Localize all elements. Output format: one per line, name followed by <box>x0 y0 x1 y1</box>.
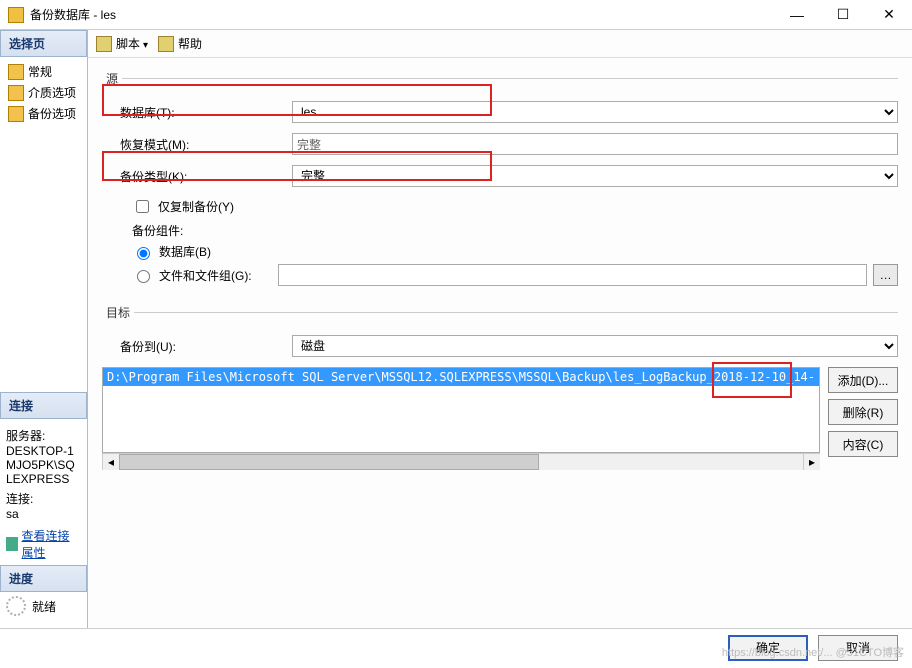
page-icon <box>8 64 24 80</box>
toolbar: 脚本 帮助 <box>88 30 912 58</box>
page-icon <box>8 85 24 101</box>
scroll-left-button[interactable]: ◂ <box>102 454 119 470</box>
filegroup-browse-button[interactable]: … <box>873 264 898 286</box>
view-connection-link[interactable]: 查看连接属性 <box>22 527 81 561</box>
nav-media[interactable]: 介质选项 <box>4 82 87 103</box>
database-select[interactable]: les <box>292 101 898 123</box>
maximize-button[interactable]: ☐ <box>820 0 866 29</box>
recovery-label: 恢复模式(M): <box>102 136 292 153</box>
connection-header: 连接 <box>0 392 87 419</box>
radio-database[interactable] <box>137 247 150 260</box>
database-label: 数据库(T): <box>102 104 292 121</box>
window-title: 备份数据库 - les <box>30 6 774 23</box>
ok-button[interactable]: 确定 <box>728 635 808 661</box>
copy-only-checkbox[interactable] <box>136 200 149 213</box>
footer: 确定 取消 <box>0 628 912 666</box>
help-button[interactable]: 帮助 <box>158 35 202 52</box>
add-button[interactable]: 添加(D)... <box>828 367 898 393</box>
radio-database-label: 数据库(B) <box>159 243 211 260</box>
nav-label: 常规 <box>28 63 52 80</box>
progress-header: 进度 <box>0 565 87 592</box>
horizontal-scrollbar[interactable]: ◂ ▸ <box>102 453 820 470</box>
copy-only-label: 仅复制备份(Y) <box>158 198 234 215</box>
right-panel: 脚本 帮助 源 数据库(T): les 恢复模式(M): <box>87 30 912 628</box>
minimize-button[interactable]: ― <box>774 0 820 29</box>
dest-list[interactable]: D:\Program Files\Microsoft SQL Server\MS… <box>102 367 820 453</box>
component-label: 备份组件: <box>102 222 898 239</box>
source-group: 源 数据库(T): les 恢复模式(M): 备份类型(K): 完整 仅复制备份… <box>102 70 898 290</box>
connection-icon <box>6 537 18 551</box>
recovery-value <box>292 133 898 155</box>
server-label: 服务器: <box>6 427 81 444</box>
nav-general[interactable]: 常规 <box>4 61 87 82</box>
nav-label: 备份选项 <box>28 105 76 122</box>
cancel-button[interactable]: 取消 <box>818 635 898 661</box>
nav-label: 介质选项 <box>28 84 76 101</box>
nav-list: 常规 介质选项 备份选项 <box>0 57 87 124</box>
scroll-right-button[interactable]: ▸ <box>803 454 820 470</box>
help-label: 帮助 <box>178 35 202 52</box>
connection-box: 服务器: DESKTOP-1MJO5PK\SQLEXPRESS 连接: sa 查… <box>0 419 87 565</box>
filegroup-input[interactable] <box>278 264 868 286</box>
nav-backup-options[interactable]: 备份选项 <box>4 103 87 124</box>
conn-value: sa <box>6 507 81 521</box>
app-icon <box>8 7 24 23</box>
help-icon <box>158 36 174 52</box>
dest-legend: 目标 <box>102 304 134 321</box>
dest-group: 目标 备份到(U): 磁盘 D:\Program Files\Microsoft… <box>102 304 898 470</box>
dest-path-item[interactable]: D:\Program Files\Microsoft SQL Server\MS… <box>103 368 819 386</box>
spinner-icon <box>6 596 26 616</box>
radio-filegroup-label: 文件和文件组(G): <box>159 267 252 284</box>
script-label: 脚本 <box>116 35 148 52</box>
backup-type-label: 备份类型(K): <box>102 168 292 185</box>
scroll-thumb[interactable] <box>119 454 539 470</box>
script-button[interactable]: 脚本 <box>96 35 148 52</box>
backup-type-select[interactable]: 完整 <box>292 165 898 187</box>
backup-to-label: 备份到(U): <box>102 338 292 355</box>
page-icon <box>8 106 24 122</box>
server-value: DESKTOP-1MJO5PK\SQLEXPRESS <box>6 444 81 486</box>
script-icon <box>96 36 112 52</box>
contents-button[interactable]: 内容(C) <box>828 431 898 457</box>
select-page-header: 选择页 <box>0 30 87 57</box>
close-button[interactable]: ✕ <box>866 0 912 29</box>
backup-to-select[interactable]: 磁盘 <box>292 335 898 357</box>
left-panel: 选择页 常规 介质选项 备份选项 连接 服务器: DESKTOP-1MJO5PK… <box>0 30 87 628</box>
radio-filegroup[interactable] <box>137 270 150 283</box>
conn-label: 连接: <box>6 490 81 507</box>
remove-button[interactable]: 删除(R) <box>828 399 898 425</box>
titlebar: 备份数据库 - les ― ☐ ✕ <box>0 0 912 30</box>
progress-status: 就绪 <box>32 598 56 615</box>
source-legend: 源 <box>102 70 122 87</box>
